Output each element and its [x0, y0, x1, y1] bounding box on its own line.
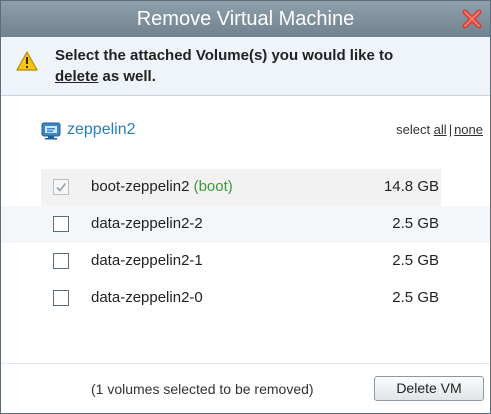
warning-icon: [16, 51, 38, 71]
delete-vm-button[interactable]: Delete VM: [374, 376, 484, 401]
volume-checkbox-boot[interactable]: [53, 179, 69, 195]
select-prefix: select: [396, 122, 434, 137]
warning-delete-word: delete: [55, 68, 99, 85]
dialog-title: Remove Virtual Machine: [136, 8, 355, 30]
warning-message-area: Select the attached Volume(s) you would …: [1, 37, 490, 96]
warning-text: Select the attached Volume(s) you would …: [55, 45, 475, 87]
warning-line-2-rest: as well.: [98, 68, 156, 85]
volume-checkbox[interactable]: [53, 253, 69, 269]
volume-size: 2.5 GB: [392, 252, 439, 269]
select-all-link[interactable]: all: [434, 122, 447, 137]
checkmark-icon: [56, 183, 67, 192]
select-separator: |: [448, 122, 453, 137]
volume-row[interactable]: data-zeppelin2-1 2.5 GB: [1, 243, 490, 280]
volume-row[interactable]: data-zeppelin2-0 2.5 GB: [1, 280, 490, 317]
volume-name: boot-zeppelin2 (boot): [91, 178, 233, 195]
remove-vm-dialog: Remove Virtual Machine Select the attach…: [0, 0, 491, 414]
dialog-titlebar: Remove Virtual Machine: [1, 1, 490, 37]
volume-row[interactable]: data-zeppelin2-2 2.5 GB: [1, 206, 490, 243]
close-icon[interactable]: [461, 8, 483, 30]
volume-name: data-zeppelin2-1: [91, 252, 203, 269]
volume-size: 2.5 GB: [392, 289, 439, 306]
volume-row-boot[interactable]: boot-zeppelin2 (boot) 14.8 GB: [1, 169, 490, 206]
volume-checkbox[interactable]: [53, 216, 69, 232]
volume-name: data-zeppelin2-2: [91, 215, 203, 232]
volume-checkbox[interactable]: [53, 290, 69, 306]
selection-status: (1 volumes selected to be removed): [91, 381, 314, 397]
volume-size: 2.5 GB: [392, 215, 439, 232]
warning-line-1: Select the attached Volume(s) you would …: [55, 47, 394, 64]
footer-divider: [1, 363, 490, 364]
volume-name: data-zeppelin2-0: [91, 289, 203, 306]
vm-name: zeppelin2: [67, 121, 136, 138]
vm-icon: [41, 122, 61, 140]
boot-tag: (boot): [193, 178, 233, 195]
select-none-link[interactable]: none: [454, 122, 483, 137]
volume-size: 14.8 GB: [383, 178, 439, 195]
select-links: select all | none: [396, 122, 483, 137]
